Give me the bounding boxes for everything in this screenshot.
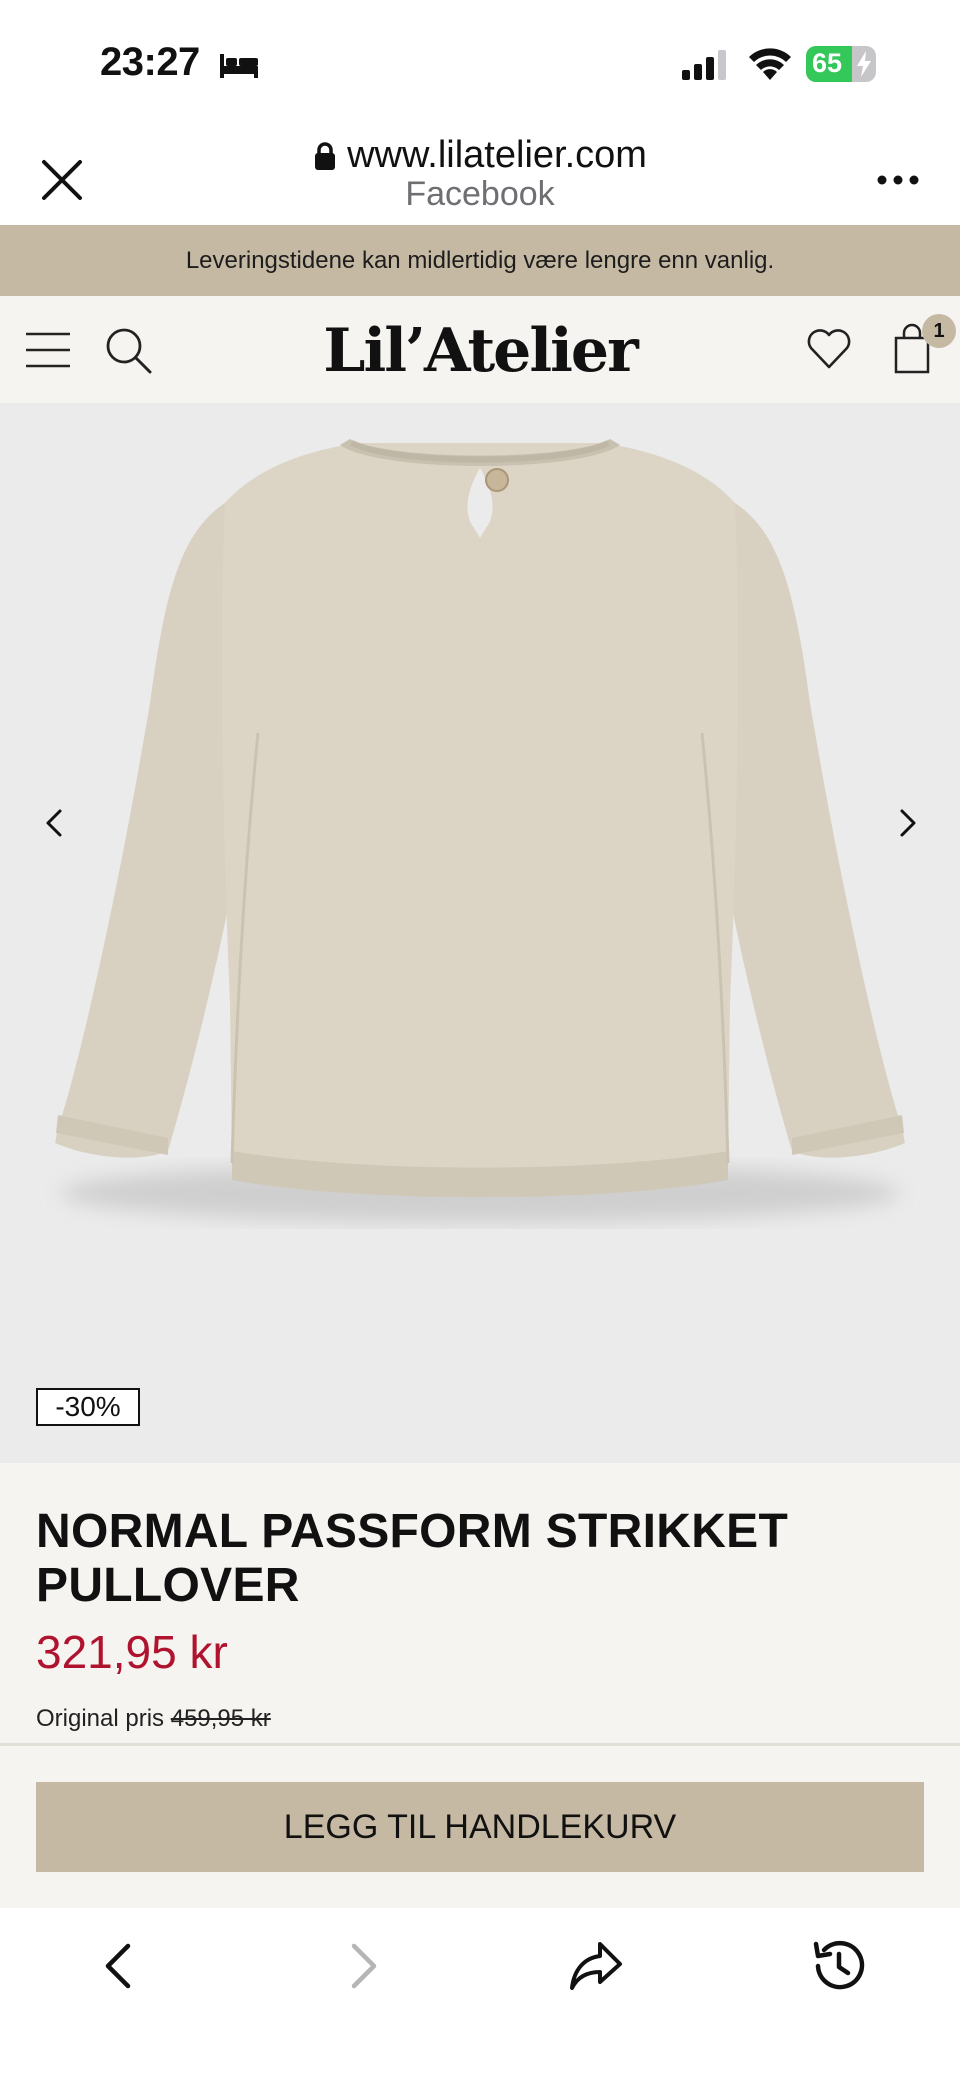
cart-count-badge: 1 <box>922 314 956 348</box>
site-header: Lil’Atelier 1 <box>0 296 960 403</box>
previous-image-icon[interactable] <box>40 803 68 843</box>
more-icon[interactable] <box>874 172 922 188</box>
status-bar: 23:27 65 <box>0 0 960 120</box>
battery-percent: 65 <box>812 48 843 78</box>
signal-icon <box>682 50 726 80</box>
discount-badge: -30% <box>36 1388 140 1426</box>
original-price-label: Original pris <box>36 1705 165 1732</box>
add-to-cart-button[interactable]: LEGG TIL HANDLEKURV <box>36 1782 924 1872</box>
back-arrow-icon[interactable] <box>90 1936 150 1996</box>
product-image-carousel[interactable]: -30% <box>0 403 960 1463</box>
battery-icon: 65 <box>806 46 876 82</box>
forward-arrow-icon[interactable] <box>332 1936 392 1996</box>
product-title: NORMAL PASSFORM STRIKKET PULLOVER <box>36 1505 789 1612</box>
original-price-value: 459,95 kr <box>170 1705 271 1732</box>
product-image <box>55 439 905 1223</box>
bed-icon <box>220 54 258 78</box>
browser-toolbar <box>0 1908 960 2081</box>
lock-icon <box>315 141 336 170</box>
charging-bolt-icon <box>857 51 871 77</box>
address-bar[interactable]: www.lilatelier.com Facebook <box>0 134 960 214</box>
browser-header: www.lilatelier.com Facebook <box>0 120 960 225</box>
url-source: Facebook <box>405 175 555 213</box>
delivery-notice-banner: Leveringstidene kan midlertidig være len… <box>0 225 960 296</box>
wifi-icon <box>749 48 791 80</box>
history-icon[interactable] <box>808 1936 868 1996</box>
product-price: 321,95 kr <box>36 1626 228 1678</box>
original-price-row: Original pris 459,95 kr <box>36 1705 271 1733</box>
url-text: www.lilatelier.com <box>347 134 647 176</box>
product-info: NORMAL PASSFORM STRIKKET PULLOVER 321,95… <box>0 1463 960 1751</box>
share-icon[interactable] <box>566 1936 626 1996</box>
heart-icon[interactable] <box>806 326 852 372</box>
status-time: 23:27 <box>100 40 200 84</box>
add-to-cart-area: LEGG TIL HANDLEKURV <box>0 1746 960 1908</box>
next-image-icon[interactable] <box>894 803 922 843</box>
